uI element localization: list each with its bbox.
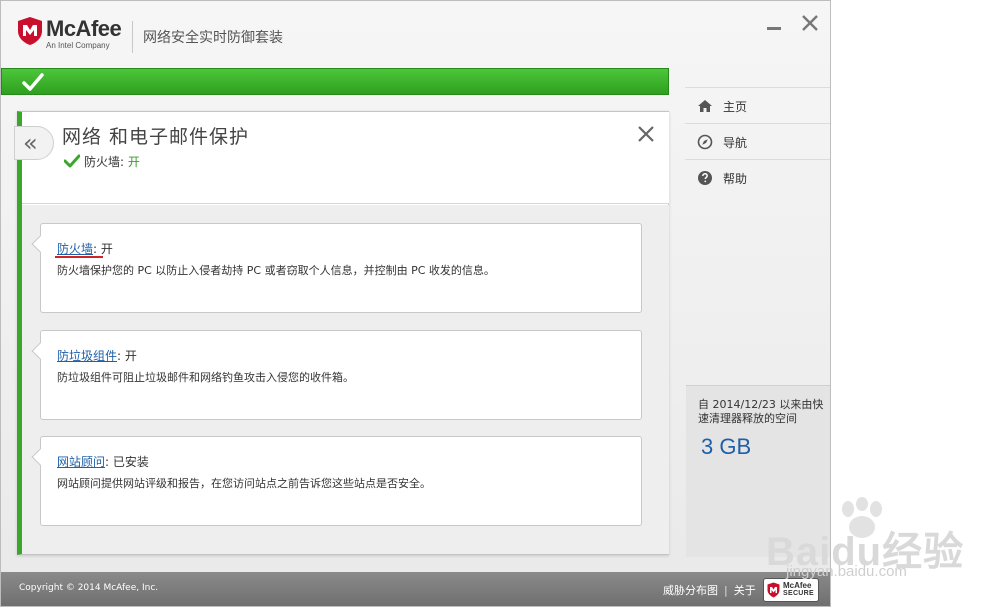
card-notch bbox=[31, 342, 49, 360]
card-title: 网站顾问: 已安装 bbox=[57, 453, 149, 470]
freed-space-value: 3 GB bbox=[701, 434, 752, 459]
badge-secure: SECURE bbox=[783, 590, 814, 597]
card-status: : 开 bbox=[93, 242, 113, 256]
compass-icon bbox=[697, 134, 713, 150]
minimize-icon bbox=[767, 27, 781, 30]
sidebar-item-label: 主页 bbox=[723, 100, 748, 114]
card-description: 网站顾问提供网站评级和报告，在您访问站点之前告诉您这些站点是否安全。 bbox=[57, 477, 431, 490]
mcafee-logo: McAfee An Intel Company bbox=[17, 16, 127, 54]
firewall-status-label: 防火墙: bbox=[84, 155, 125, 169]
card-notch bbox=[31, 448, 49, 466]
product-title: 网络安全实时防御套装 bbox=[143, 30, 283, 46]
sidebar-item-label: 导航 bbox=[723, 136, 748, 150]
card-status: : 开 bbox=[117, 349, 137, 363]
panel-body: 防火墙: 开 防火墙保护您的 PC 以防止入侵者劫持 PC 或者窃取个人信息，并… bbox=[22, 205, 669, 554]
brand-name: McAfee bbox=[46, 16, 122, 41]
card-description: 防火墙保护您的 PC 以防止入侵者劫持 PC 或者窃取个人信息，并控制由 PC … bbox=[57, 264, 495, 277]
panel-title: 网络 和电子邮件保护 bbox=[62, 126, 250, 148]
threat-map-link[interactable]: 威胁分布图 bbox=[663, 584, 718, 597]
home-icon bbox=[698, 100, 712, 112]
app-window: McAfee An Intel Company 网络安全实时防御套装 « 网络 … bbox=[0, 0, 831, 607]
card-status: : 已安装 bbox=[105, 455, 149, 469]
red-underline-annotation bbox=[55, 256, 103, 258]
close-window-button[interactable] bbox=[799, 11, 821, 35]
close-icon bbox=[638, 126, 654, 142]
firewall-card: 防火墙: 开 防火墙保护您的 PC 以防止入侵者劫持 PC 或者窃取个人信息，并… bbox=[31, 223, 642, 313]
protection-panel: « 网络 和电子邮件保护 防火墙: 开 防火墙: 开 防火墙保护您的 PC 以防… bbox=[14, 111, 669, 555]
mcafee-shield-icon bbox=[18, 17, 42, 45]
site-advisor-card: 网站顾问: 已安装 网站顾问提供网站评级和报告，在您访问站点之前告诉您这些站点是… bbox=[31, 436, 642, 526]
watermark-url: jingyan.baidu.com bbox=[786, 563, 907, 580]
sidebar-item-help[interactable]: 帮助 bbox=[685, 159, 830, 195]
check-icon bbox=[64, 154, 80, 168]
card-title: 防垃圾组件: 开 bbox=[57, 347, 137, 364]
card-title: 防火墙: 开 bbox=[57, 240, 113, 257]
footer: Copyright © 2014 McAfee, Inc. 威胁分布图 | 关于 M… bbox=[1, 572, 830, 606]
back-button[interactable]: « bbox=[14, 126, 54, 160]
header: McAfee An Intel Company 网络安全实时防御套装 bbox=[1, 1, 830, 67]
antispam-link[interactable]: 防垃圾组件 bbox=[57, 349, 117, 363]
panel-header: « 网络 和电子邮件保护 防火墙: 开 bbox=[14, 112, 669, 204]
help-icon bbox=[698, 171, 712, 185]
sidebar-item-navigation[interactable]: 导航 bbox=[685, 123, 830, 159]
card-notch bbox=[31, 235, 49, 253]
footer-links: 威胁分布图 | 关于 bbox=[663, 582, 756, 598]
minimize-button[interactable] bbox=[763, 13, 785, 35]
protection-status-bar bbox=[1, 68, 669, 95]
footer-separator: | bbox=[724, 584, 728, 597]
about-link[interactable]: 关于 bbox=[734, 584, 756, 597]
site-advisor-link[interactable]: 网站顾问 bbox=[57, 455, 105, 469]
close-icon bbox=[802, 15, 818, 31]
card-description: 防垃圾组件可阻止垃圾邮件和网络钓鱼攻击入侵您的收件箱。 bbox=[57, 371, 354, 384]
brand-subtitle: An Intel Company bbox=[46, 41, 110, 50]
panel-close-button[interactable] bbox=[636, 124, 656, 144]
quick-clean-text: 自 2014/12/23 以来由快速清理器释放的空间 bbox=[698, 398, 824, 425]
header-divider bbox=[132, 21, 133, 53]
firewall-status: 防火墙: 开 bbox=[64, 153, 140, 170]
sidebar-item-label: 帮助 bbox=[723, 172, 748, 186]
check-icon bbox=[22, 73, 44, 91]
antispam-card: 防垃圾组件: 开 防垃圾组件可阻止垃圾邮件和网络钓鱼攻击入侵您的收件箱。 bbox=[31, 330, 642, 420]
firewall-status-value: 开 bbox=[127, 155, 140, 169]
baidu-watermark: Baidu经验 jingyan.baidu.com bbox=[766, 497, 1000, 589]
sidebar-item-home[interactable]: 主页 bbox=[685, 87, 830, 123]
copyright-text: Copyright © 2014 McAfee, Inc. bbox=[19, 583, 159, 593]
double-chevron-left-icon: « bbox=[23, 129, 38, 157]
firewall-link[interactable]: 防火墙 bbox=[57, 242, 93, 256]
